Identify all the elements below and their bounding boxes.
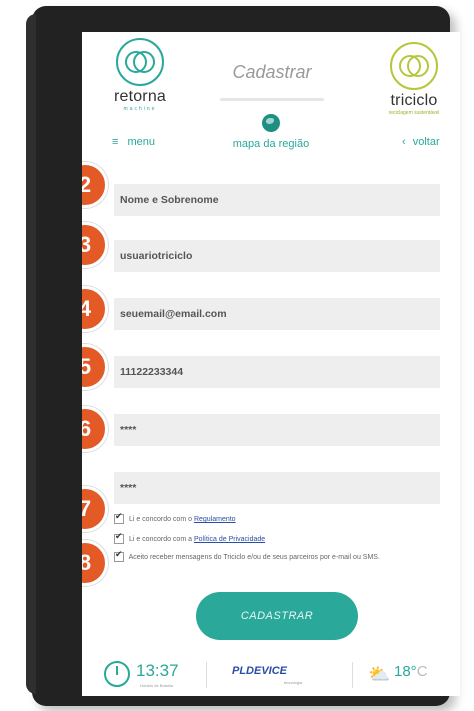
email-field[interactable]	[114, 298, 440, 330]
privacy-checkbox-row[interactable]: Li e concordo com a Política de Privacid…	[114, 531, 265, 544]
temperature-unit: C	[416, 663, 428, 680]
step-badge-6: 6	[82, 406, 108, 452]
title-divider	[220, 98, 324, 101]
footer-bar: 13:37 Horário de Brasília PLDEVICE tecno…	[82, 658, 460, 696]
marketing-checkbox-row[interactable]: Aceito receber mensagens do Triciclo e/o…	[114, 549, 434, 563]
retorna-logo: retorna machine	[104, 38, 176, 112]
temperature-value: 18°	[394, 663, 417, 680]
step-badge-4: 4	[82, 286, 108, 332]
triciclo-logo: triciclo reciclagem sustentável	[378, 42, 450, 116]
username-field[interactable]	[114, 240, 440, 272]
map-link[interactable]: mapa da região	[218, 138, 324, 150]
password-field[interactable]	[114, 414, 440, 446]
retorna-brand-sub: machine	[123, 106, 157, 112]
temperature: 18°C	[394, 663, 428, 680]
submit-button[interactable]: CADASTRAR	[196, 592, 358, 640]
step-badge-2: 2	[82, 162, 108, 208]
phone-field[interactable]	[114, 356, 440, 388]
terms-checkbox[interactable]	[114, 511, 124, 524]
privacy-text: Li e concordo com a	[128, 535, 194, 543]
step-badge-7: 7	[82, 486, 108, 532]
chevron-left-icon: ‹	[402, 136, 406, 148]
hamburger-icon: ≡	[112, 136, 119, 148]
terms-checkbox-row[interactable]: Li e concordo com o Regulamento	[114, 511, 236, 524]
footer-divider	[206, 662, 207, 688]
marketing-checkbox[interactable]	[114, 549, 124, 562]
sponsor-logo: PLDEVICE	[232, 665, 288, 677]
footer-divider	[352, 662, 353, 688]
confirm-password-field[interactable]	[114, 472, 440, 504]
back-label: voltar	[412, 136, 440, 148]
sponsor-sub: tecnologia	[284, 680, 303, 685]
tablet-frame: retorna machine Cadastrar triciclo recic…	[26, 6, 460, 706]
menu-button[interactable]: ≡ menu	[112, 136, 155, 148]
retorna-logo-icon	[116, 38, 164, 86]
triciclo-brand-name: triciclo	[390, 92, 438, 109]
triciclo-logo-icon	[390, 42, 438, 90]
globe-icon[interactable]	[262, 114, 280, 132]
clock-time: 13:37	[136, 661, 179, 680]
privacy-checkbox[interactable]	[114, 531, 124, 544]
name-field[interactable]	[114, 184, 440, 216]
step-badge-3: 3	[82, 222, 108, 268]
triciclo-brand-sub: reciclagem sustentável	[388, 110, 440, 116]
menu-label: menu	[127, 136, 156, 148]
sun-cloud-icon: ⛅	[368, 664, 391, 684]
terms-text: Li e concordo com o	[128, 515, 194, 523]
marketing-text: Aceito receber mensagens do Triciclo e/o…	[128, 553, 380, 561]
retorna-brand-name: retorna	[113, 88, 167, 105]
clock-icon	[104, 661, 130, 687]
back-button[interactable]: ‹ voltar	[402, 136, 440, 148]
step-badge-8: 8	[82, 540, 108, 586]
page-title: Cadastrar	[232, 62, 312, 82]
clock-timezone: Horário de Brasília	[140, 683, 174, 688]
app-screen: retorna machine Cadastrar triciclo recic…	[82, 32, 460, 696]
privacy-link[interactable]: Política de Privacidade	[194, 536, 265, 543]
step-badge-5: 5	[82, 344, 108, 390]
terms-link[interactable]: Regulamento	[194, 516, 236, 523]
